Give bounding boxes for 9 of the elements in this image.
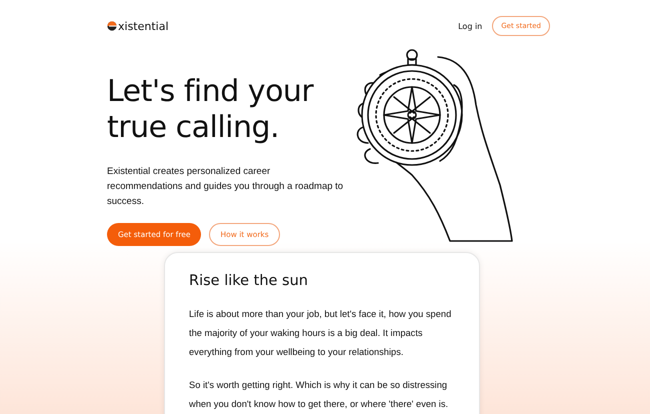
hero-heading: true calling. [107, 110, 280, 146]
hero-heading: Let's find your [107, 74, 314, 110]
logo-text: xistential [118, 20, 169, 32]
card-title: Rise like the sun [189, 273, 309, 289]
card-paragraph: Life is about more than your job, but let's face it, how you spend the majority of your waking hours is a big deal. It impacts everything from your wellbeing to your relationships. [189, 308, 452, 359]
login-link[interactable]: Log in [458, 22, 482, 30]
logo-icon [107, 21, 117, 31]
card-paragraph: So it's worth getting right. Which is why it can be so distressing when you don't know how to get there, or where 'there' even is. [189, 379, 450, 411]
hero-description: Existential creates personalized career recommendations and guides you through a roadmap to success. [107, 165, 344, 209]
